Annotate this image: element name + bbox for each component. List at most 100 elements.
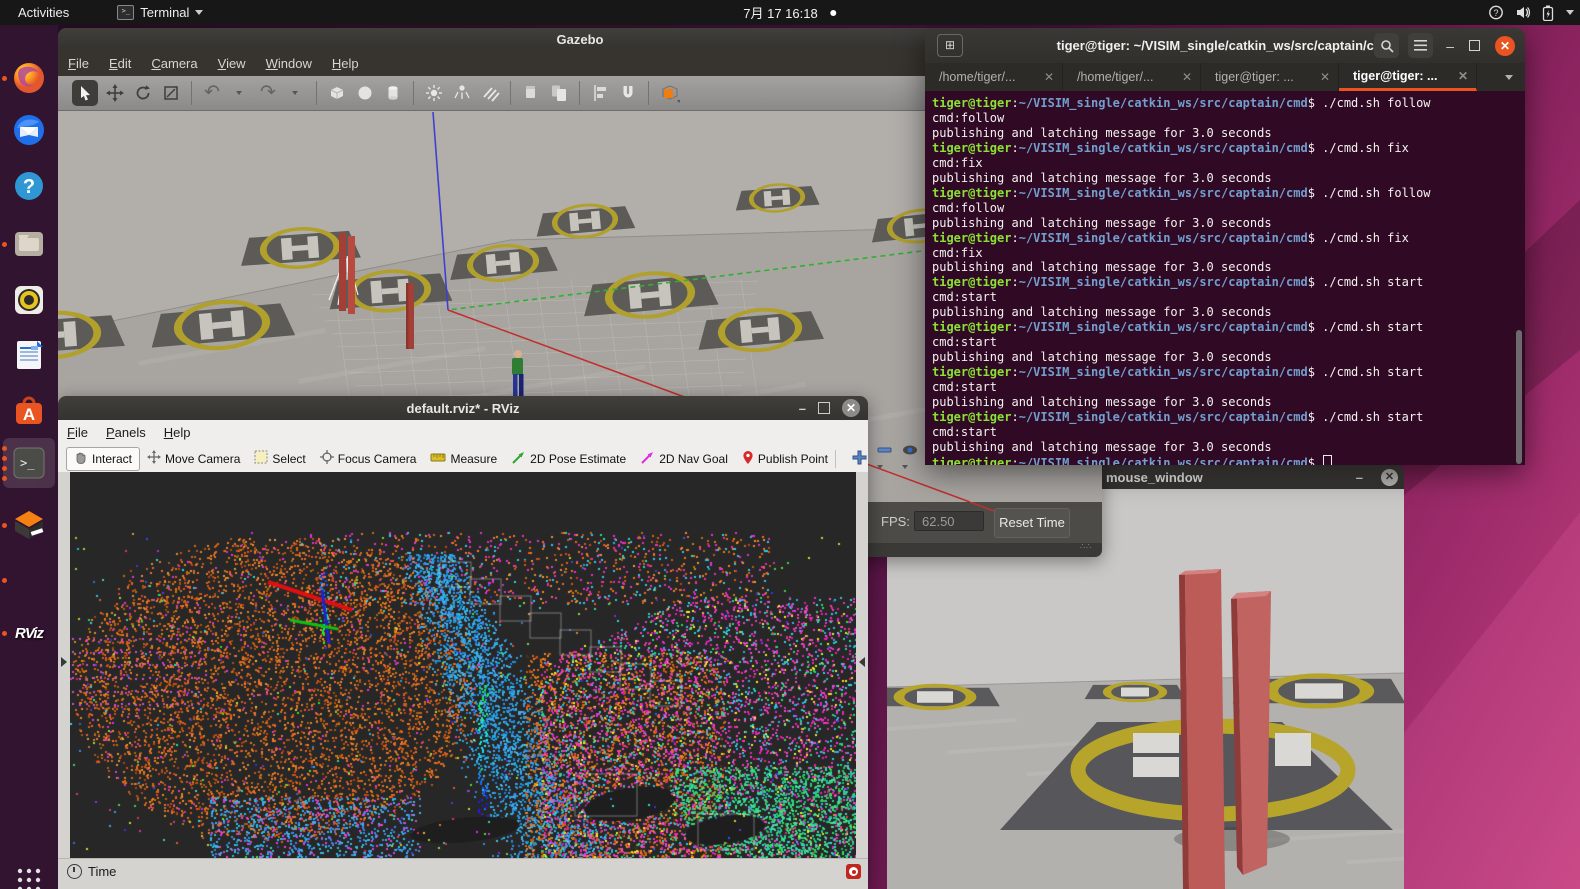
terminal-scrollbar[interactable] <box>1516 330 1522 464</box>
dock-item-thunderbird[interactable] <box>7 108 51 152</box>
scale-icon[interactable] <box>160 82 182 104</box>
paste-icon[interactable] <box>548 82 570 104</box>
dock-item-terminal[interactable]: >_ <box>7 441 51 485</box>
rviz-tool-move-camera[interactable]: Move Camera <box>140 448 247 469</box>
point-light-icon[interactable] <box>423 82 445 104</box>
terminal-tab-1[interactable]: /home/tiger/...✕ <box>925 63 1063 91</box>
undo-menu-icon[interactable] <box>229 82 251 104</box>
search-icon[interactable] <box>1374 33 1399 58</box>
rviz-menu-file[interactable]: File <box>58 425 97 440</box>
terminal-line: publishing and latching message for 3.0 … <box>932 395 1525 410</box>
tab-close-icon[interactable]: ✕ <box>1182 70 1192 84</box>
mouse-window-titlebar[interactable]: mouse_window – ✕ <box>1097 465 1404 489</box>
tab-close-icon[interactable]: ✕ <box>1458 69 1468 83</box>
dock-item-software[interactable]: A <box>7 391 51 435</box>
time-panel-close-icon[interactable] <box>846 864 861 879</box>
redo-menu-icon[interactable] <box>285 82 307 104</box>
terminal-line: publishing and latching message for 3.0 … <box>932 440 1525 455</box>
rviz-menu-panels[interactable]: Panels <box>97 425 155 440</box>
directional-light-icon[interactable] <box>479 82 501 104</box>
terminal-tab-2[interactable]: /home/tiger/... ✕ <box>1063 63 1201 91</box>
system-status-area[interactable]: ? <box>1488 0 1574 25</box>
translate-icon[interactable] <box>104 82 126 104</box>
rviz-tool-publish-point[interactable]: Publish Point <box>735 448 835 470</box>
select-arrow-icon[interactable] <box>72 80 98 106</box>
sphere-icon[interactable] <box>354 82 376 104</box>
rviz-tool-select[interactable]: Select <box>247 448 312 469</box>
chevron-down-icon <box>195 10 203 15</box>
snap-icon[interactable] <box>617 82 639 104</box>
cylinder-icon[interactable] <box>382 82 404 104</box>
copy-icon[interactable] <box>520 82 542 104</box>
app-menu[interactable]: >_ Terminal <box>117 5 203 20</box>
gazebo-menu-window[interactable]: Window <box>256 56 322 71</box>
toolbar-separator <box>835 450 836 468</box>
minus-icon[interactable] <box>877 444 892 473</box>
terminal-line: tiger@tiger:~/VISIM_single/catkin_ws/src… <box>932 410 1525 425</box>
clock-area[interactable]: 7月 17 16:18 <box>743 0 836 25</box>
fps-value-field[interactable]: 62.50 <box>914 511 984 531</box>
box-icon[interactable] <box>326 82 348 104</box>
show-applications-button[interactable] <box>7 858 51 889</box>
menu-icon[interactable] <box>1408 33 1433 58</box>
minimize-icon[interactable]: – <box>1356 470 1363 485</box>
maximize-icon[interactable] <box>1469 40 1480 51</box>
close-icon[interactable]: ✕ <box>1495 36 1515 56</box>
hand-icon <box>74 450 88 468</box>
view-box-icon[interactable] <box>658 82 680 104</box>
dock-item-hidden-app[interactable] <box>7 558 51 602</box>
rviz-tool-2d-nav-goal[interactable]: 2D Nav Goal <box>633 448 735 470</box>
close-icon[interactable]: ✕ <box>842 399 860 417</box>
rviz-tool-focus-camera[interactable]: Focus Camera <box>313 448 424 469</box>
tab-list-chevron-icon[interactable] <box>1505 75 1513 80</box>
resize-grip-icon[interactable]: ∴∴ <box>1080 545 1092 554</box>
tab-label: /home/tiger/... <box>1077 70 1153 84</box>
new-tab-button[interactable]: ⊞ <box>937 34 963 57</box>
top-bar: Activities >_ Terminal 7月 17 16:18 ? <box>0 0 1580 25</box>
spot-light-icon[interactable] <box>451 82 473 104</box>
dock-item-rhythmbox[interactable] <box>7 278 51 322</box>
rviz-toolbar-extra <box>835 444 932 473</box>
dock-item-rviz[interactable]: RViz <box>7 611 51 655</box>
terminal-titlebar[interactable]: ⊞ tiger@tiger: ~/VISIM_single/catkin_ws/… <box>925 28 1525 63</box>
tab-close-icon[interactable]: ✕ <box>1044 70 1054 84</box>
maximize-icon[interactable] <box>818 402 830 414</box>
gazebo-menu-help[interactable]: Help <box>322 56 369 71</box>
expand-right-panel-icon[interactable] <box>859 657 865 667</box>
rviz-menu-help[interactable]: Help <box>155 425 200 440</box>
minimize-icon[interactable]: – <box>1446 38 1454 54</box>
terminal-line: cmd:start <box>932 425 1525 440</box>
undo-icon[interactable]: ↶ <box>201 82 223 104</box>
minimize-icon[interactable]: – <box>799 401 806 416</box>
rviz-titlebar[interactable]: default.rviz* - RViz – ✕ <box>58 396 868 420</box>
rviz-3d-viewport[interactable] <box>70 472 856 858</box>
dock-item-gazebo[interactable] <box>7 503 51 547</box>
rviz-tool-measure[interactable]: Measure <box>423 450 504 468</box>
dock-item-files[interactable] <box>7 222 51 266</box>
gazebo-menu-file[interactable]: File <box>58 56 99 71</box>
pointcloud-canvas <box>70 472 856 858</box>
activities-button[interactable]: Activities <box>12 5 75 20</box>
close-icon[interactable]: ✕ <box>1381 469 1398 486</box>
eye-icon[interactable] <box>902 444 920 473</box>
terminal-tab-3[interactable]: tiger@tiger: ...✕ <box>1201 63 1339 91</box>
terminal-output[interactable]: tiger@tiger:~/VISIM_single/catkin_ws/src… <box>925 91 1525 465</box>
gazebo-menu-edit[interactable]: Edit <box>99 56 141 71</box>
rviz-tool-2d-pose-estimate[interactable]: 2D Pose Estimate <box>504 448 633 470</box>
gazebo-menu-view[interactable]: View <box>208 56 256 71</box>
gazebo-menu-camera[interactable]: Camera <box>141 56 207 71</box>
running-indicator-dot <box>2 476 7 481</box>
reset-time-button[interactable]: Reset Time <box>994 508 1070 538</box>
dock-item-writer[interactable] <box>7 333 51 377</box>
dock-item-help[interactable]: ? <box>7 164 51 208</box>
tab-close-icon[interactable]: ✕ <box>1320 70 1330 84</box>
rotate-icon[interactable] <box>132 82 154 104</box>
plus-icon[interactable] <box>852 450 867 468</box>
align-icon[interactable] <box>589 82 611 104</box>
terminal-line: publishing and latching message for 3.0 … <box>932 305 1525 320</box>
rviz-tool-interact[interactable]: Interact <box>66 447 140 471</box>
terminal-tab-4[interactable]: tiger@tiger: ...✕ <box>1339 63 1477 91</box>
expand-left-panel-icon[interactable] <box>61 657 67 667</box>
dock-item-firefox[interactable] <box>7 56 51 100</box>
redo-icon[interactable]: ↷ <box>257 82 279 104</box>
